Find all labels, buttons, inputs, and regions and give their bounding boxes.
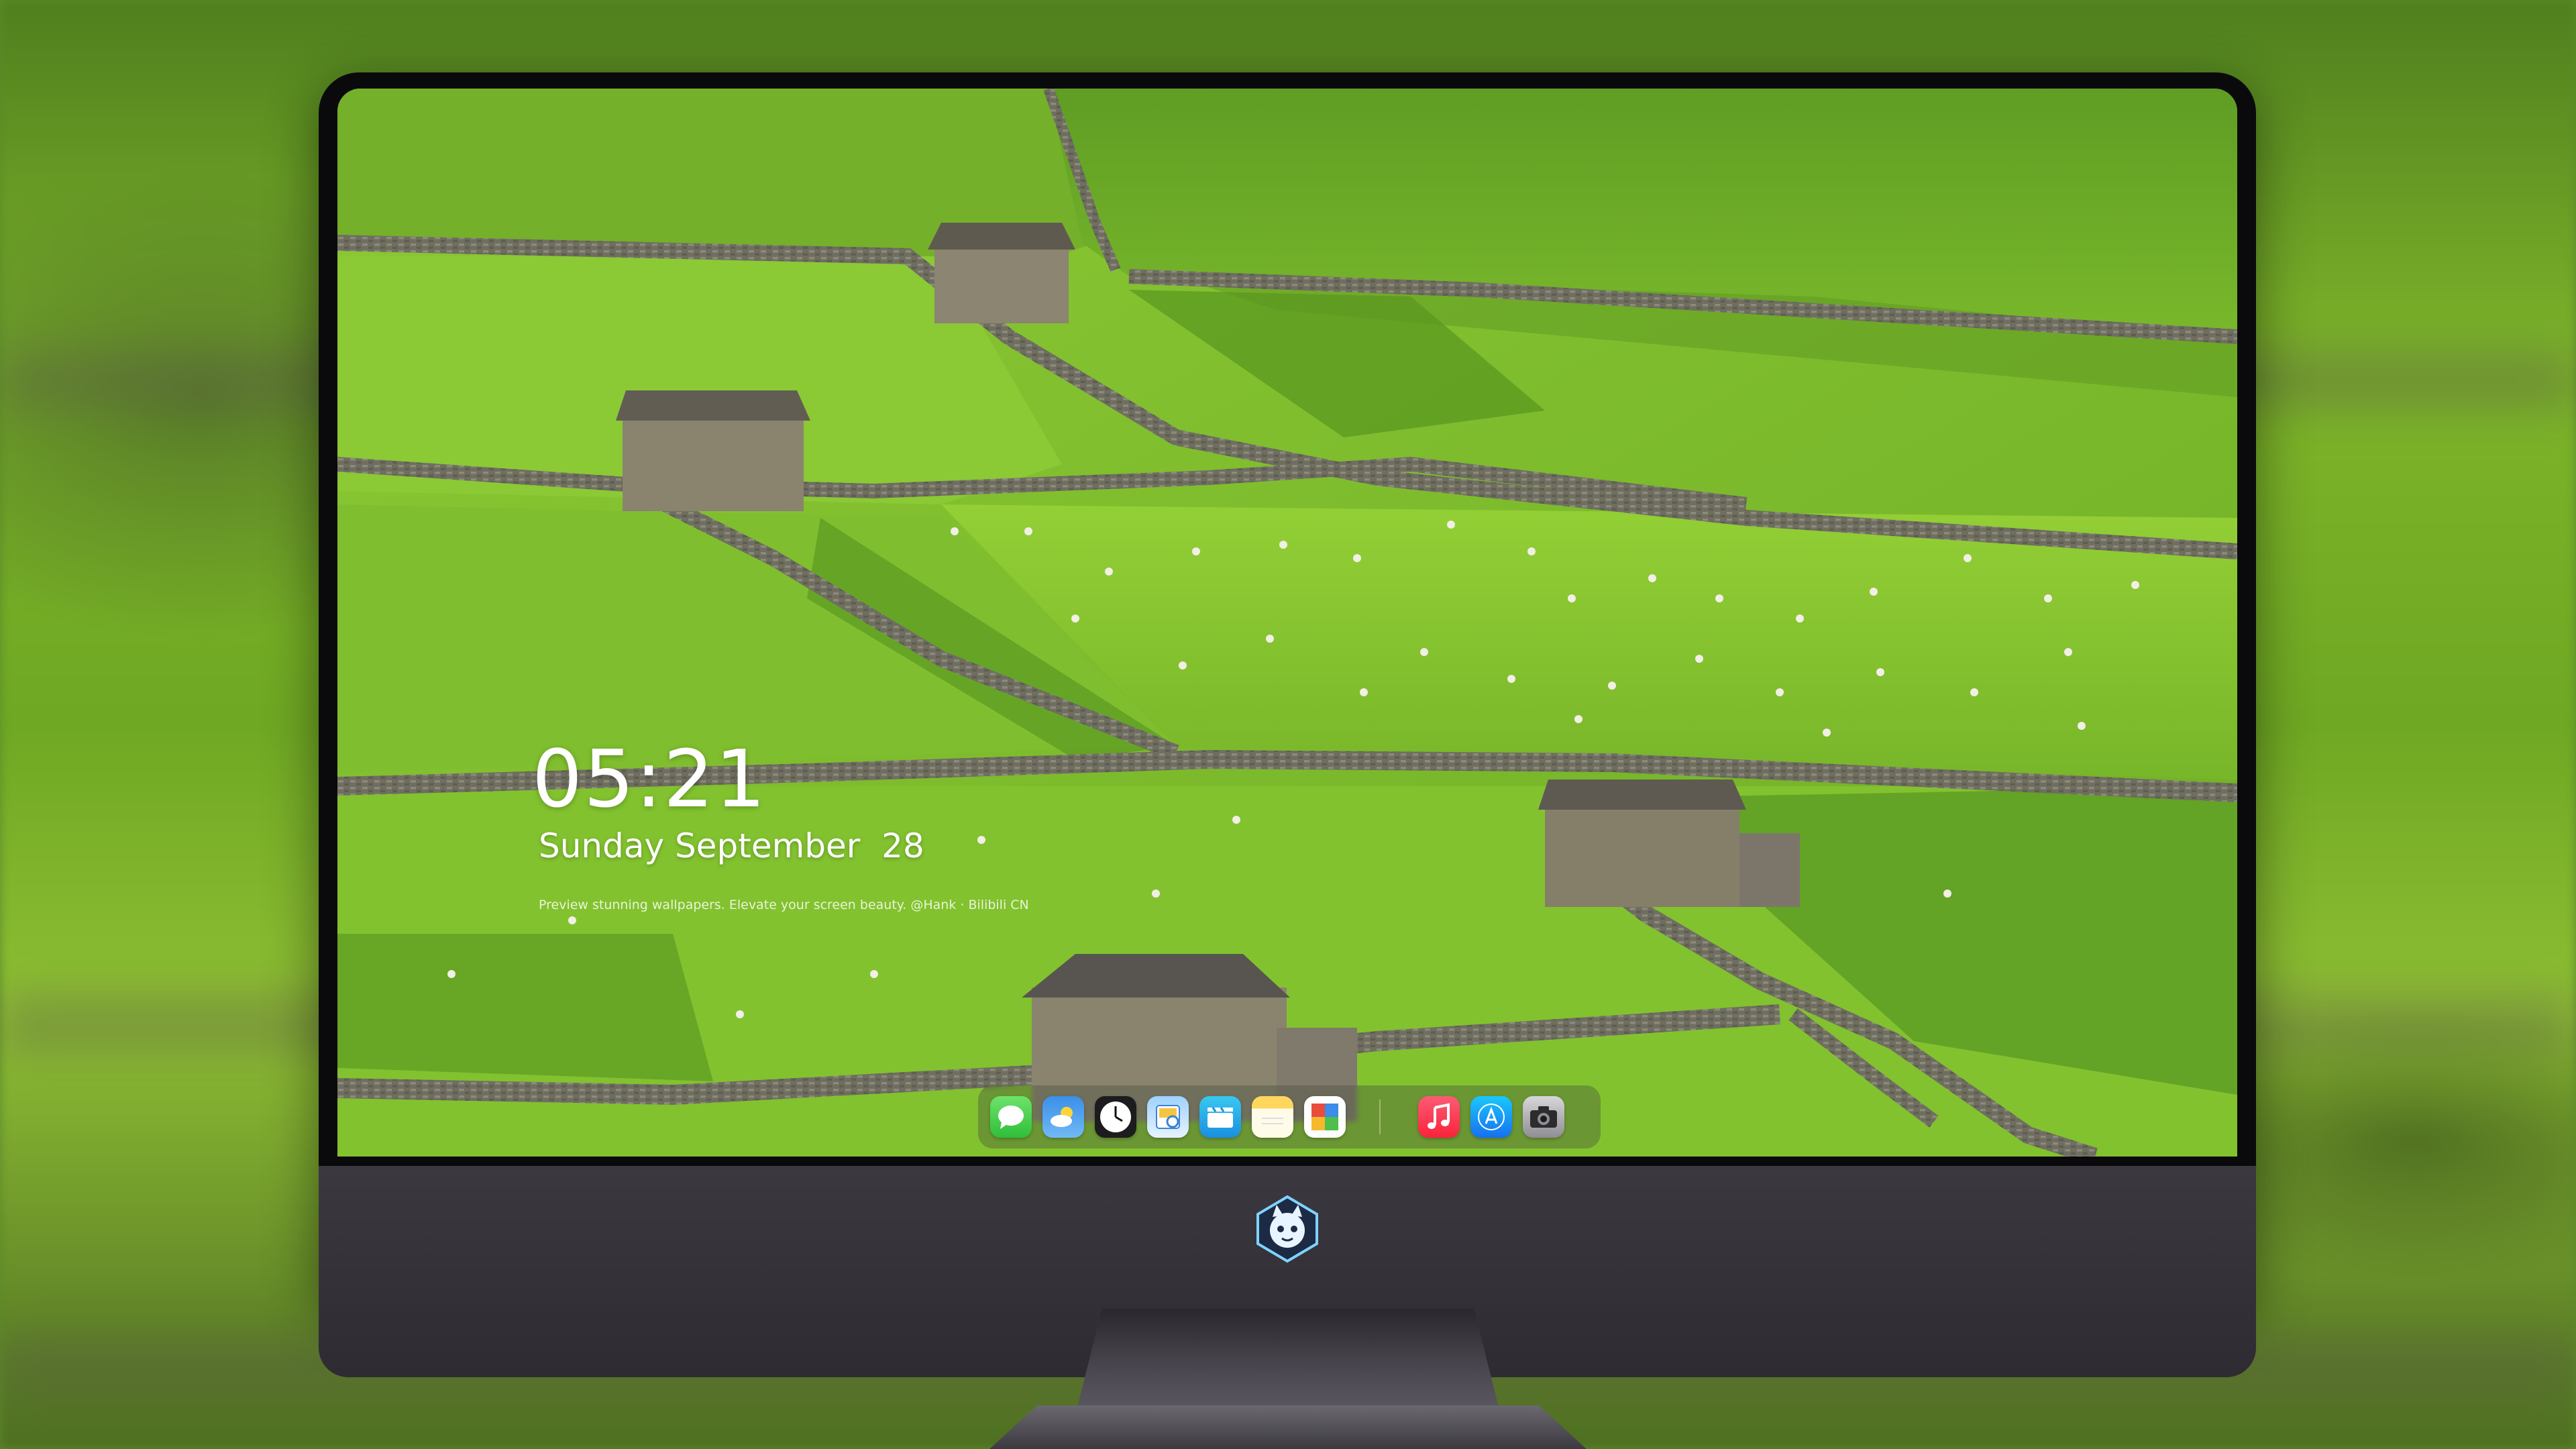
screen: 05:21 Sunday September 28 Preview stunni… [337,89,2237,1157]
lock-screen-time: 05:21 [532,733,767,825]
music-icon[interactable] [1418,1096,1460,1138]
stone-barn [928,223,1075,323]
weather-icon[interactable] [1042,1096,1084,1138]
app-store-icon[interactable] [1470,1096,1512,1138]
dock [978,1085,1601,1148]
monitor-stand-base [989,1405,1587,1449]
dock-separator [1379,1099,1381,1134]
preview-icon[interactable] [1147,1096,1189,1138]
photo-booth-icon[interactable] [1304,1096,1346,1138]
stone-barn [616,390,810,511]
camera-icon[interactable] [1523,1096,1564,1138]
clips-icon[interactable] [1199,1096,1241,1138]
lock-screen-tagline: Preview stunning wallpapers. Elevate you… [539,898,1029,912]
notes-icon[interactable] [1252,1096,1293,1138]
wallpaper-landscape [337,89,2237,1157]
clock-icon[interactable] [1095,1096,1136,1138]
messages-icon[interactable] [990,1096,1032,1138]
lock-screen-date: Sunday September 28 [539,826,924,865]
monitor: 05:21 Sunday September 28 Preview stunni… [319,72,2256,1377]
mascot-logo-icon [1256,1195,1318,1263]
monitor-stand-neck [1077,1309,1499,1409]
